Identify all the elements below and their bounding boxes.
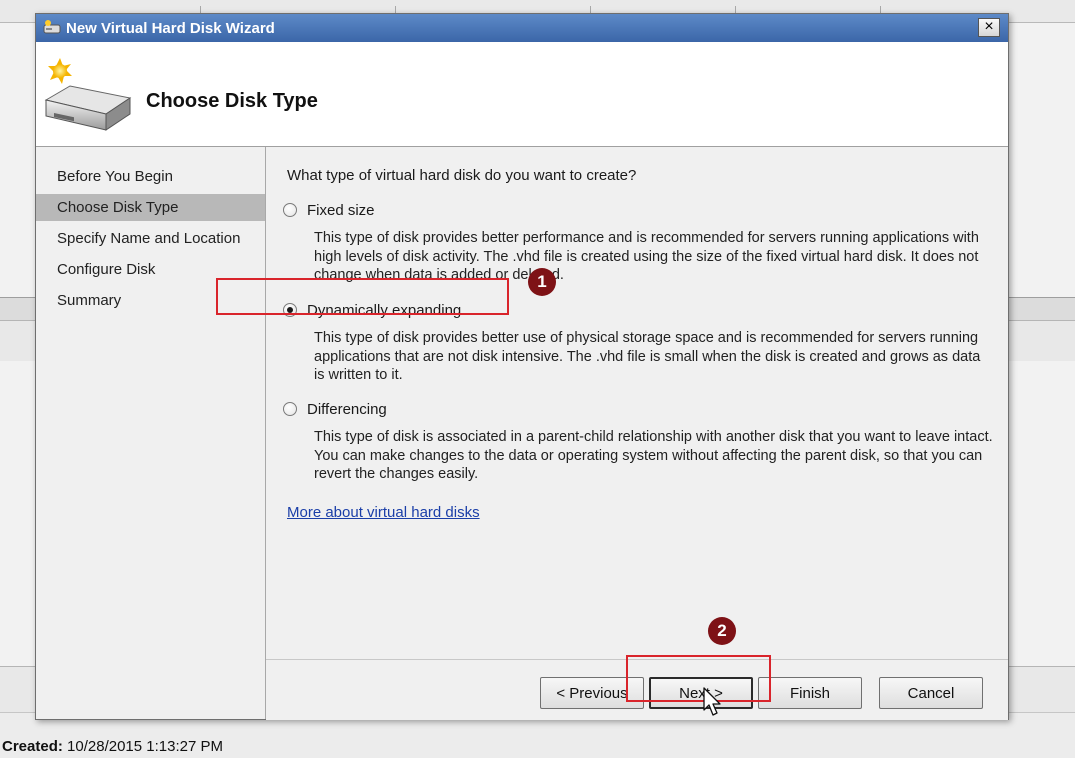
mouse-cursor-icon bbox=[703, 687, 721, 716]
wizard-content: What type of virtual hard disk do you wa… bbox=[266, 147, 1008, 720]
more-about-vhd-link[interactable]: More about virtual hard disks bbox=[287, 504, 480, 521]
disk-type-question: What type of virtual hard disk do you wa… bbox=[287, 167, 637, 184]
dialog-title: New Virtual Hard Disk Wizard bbox=[66, 20, 275, 37]
annotation-highlight-dynamic bbox=[216, 278, 509, 315]
page-title: Choose Disk Type bbox=[146, 90, 318, 112]
annotation-badge-1: 1 bbox=[528, 268, 556, 296]
differencing-radio[interactable] bbox=[283, 402, 297, 416]
cancel-button[interactable]: Cancel bbox=[879, 677, 983, 709]
nav-item-before-you-begin[interactable]: Before You Begin bbox=[36, 163, 265, 190]
nav-item-choose-disk-type[interactable]: Choose Disk Type bbox=[36, 194, 265, 221]
fixed-size-label[interactable]: Fixed size bbox=[307, 202, 375, 219]
nav-item-specify-name-and-location[interactable]: Specify Name and Location bbox=[36, 225, 265, 252]
fixed-size-radio[interactable] bbox=[283, 203, 297, 217]
dialog-titlebar[interactable]: New Virtual Hard Disk Wizard × bbox=[36, 14, 1008, 42]
annotation-badge-2: 2 bbox=[708, 617, 736, 645]
created-field: Created: 10/28/2015 1:13:27 PM bbox=[2, 738, 223, 755]
wizard-header: Choose Disk Type bbox=[36, 42, 1008, 147]
dynamically-expanding-description: This type of disk provides better use of… bbox=[314, 330, 981, 383]
option-differencing[interactable]: Differencing bbox=[283, 398, 387, 420]
created-value: 10/28/2015 1:13:27 PM bbox=[67, 738, 223, 755]
fixed-size-description: This type of disk provides better perfor… bbox=[314, 230, 979, 283]
finish-button[interactable]: Finish bbox=[758, 677, 862, 709]
new-virtual-hard-disk-wizard: New Virtual Hard Disk Wizard × Choose Di… bbox=[35, 13, 1009, 720]
annotation-highlight-next bbox=[626, 655, 771, 702]
hard-disk-icon bbox=[44, 58, 132, 131]
close-button[interactable]: × bbox=[978, 18, 1000, 37]
created-label: Created: bbox=[2, 738, 63, 755]
option-fixed-size[interactable]: Fixed size bbox=[283, 199, 375, 221]
wizard-steps-nav: Before You Begin Choose Disk Type Specif… bbox=[36, 147, 266, 719]
differencing-label[interactable]: Differencing bbox=[307, 401, 387, 418]
disk-wizard-icon bbox=[43, 20, 61, 34]
differencing-description: This type of disk is associated in a par… bbox=[314, 429, 993, 482]
